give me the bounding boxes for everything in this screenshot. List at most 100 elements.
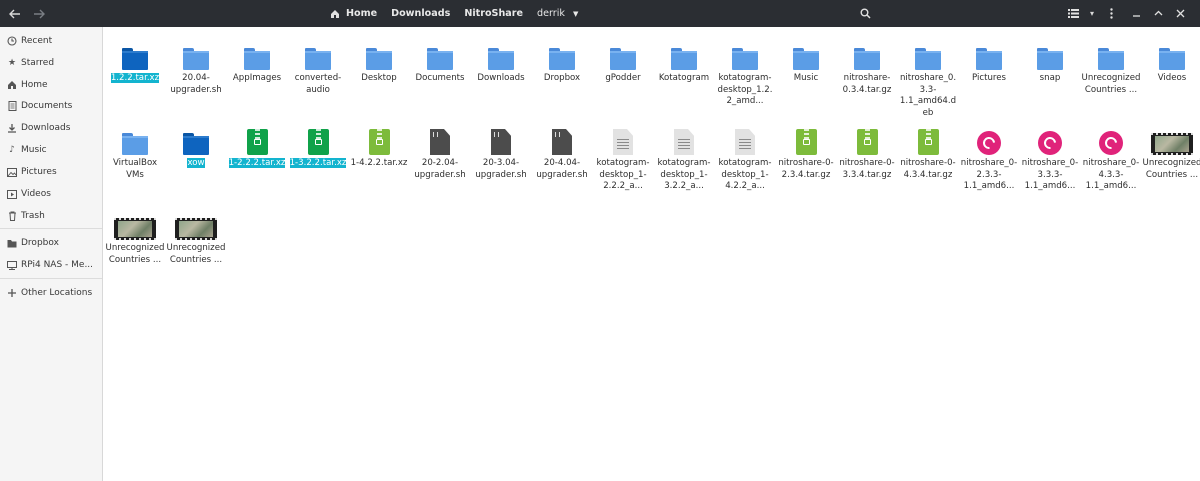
forward-button[interactable] [28, 3, 50, 24]
script-icon [552, 129, 572, 155]
file-item[interactable]: 20-2.04-upgrader.sh [410, 119, 470, 181]
breadcrumb-downloads[interactable]: Downloads [384, 0, 457, 27]
sidebar-item-label: Recent [21, 36, 53, 46]
debian-package-icon [977, 131, 1001, 155]
file-name-label: Kotatogram [658, 73, 710, 83]
file-item[interactable]: snap [1020, 34, 1080, 85]
arrow-right-icon [34, 9, 45, 18]
file-item[interactable]: kotatogram-desktop_1-4.2.2_a... [715, 119, 775, 193]
file-item[interactable]: nitroshare_0-3.3.3-1.1_amd6... [1020, 119, 1080, 193]
file-item[interactable]: kotatogram-desktop_1-3.2.2_a... [654, 119, 714, 193]
file-item[interactable]: Desktop [349, 34, 409, 85]
file-icon-box [227, 34, 287, 70]
file-icon-box [898, 34, 958, 70]
sidebar-separator [0, 278, 102, 279]
sidebar-item-documents[interactable]: Documents [0, 96, 102, 116]
file-item[interactable]: AppImages [227, 34, 287, 85]
video-thumbnail-icon [114, 218, 156, 240]
minimize-button[interactable] [1128, 3, 1144, 24]
close-button[interactable] [1172, 3, 1188, 24]
file-item[interactable]: kotatogram-desktop_1-2.2.2_a... [593, 119, 653, 193]
file-item[interactable]: converted-audio [288, 34, 348, 96]
file-icon-box [105, 34, 165, 70]
breadcrumb-label: Home [346, 8, 378, 19]
sidebar-item-recent[interactable]: Recent [0, 31, 102, 51]
file-item[interactable]: nitroshare_0-2.3.3-1.1_amd6... [959, 119, 1019, 193]
folder-icon [244, 48, 270, 70]
file-name-label: 1-4.2.2.tar.xz [350, 158, 408, 168]
sidebar-item-trash[interactable]: Trash [0, 206, 102, 226]
sidebar-item-videos[interactable]: Videos [0, 184, 102, 204]
search-button[interactable] [856, 3, 874, 24]
sidebar-item-rpi4-nas[interactable]: RPi4 NAS - Me... [0, 255, 102, 275]
file-item[interactable]: Downloads [471, 34, 531, 85]
file-icon-box [1142, 119, 1200, 155]
file-icon-box [105, 119, 165, 155]
file-item[interactable]: Unrecognized Countries ... [1081, 34, 1141, 96]
file-item[interactable]: 20.04-upgrader.sh [166, 34, 226, 96]
file-name-label: nitroshare-0-4.3.4.tar.gz [900, 158, 956, 180]
video-thumbnail-icon [175, 218, 217, 240]
file-item[interactable]: 1.2.2.tar.xz [105, 34, 165, 85]
file-item[interactable]: 20-3.04-upgrader.sh [471, 119, 531, 181]
maximize-button[interactable] [1150, 3, 1166, 24]
sidebar-item-pictures[interactable]: Pictures [0, 162, 102, 182]
file-item[interactable]: nitroshare_0.3.3-1.1_amd64.deb [898, 34, 958, 119]
view-options-button[interactable]: ▾ [1085, 3, 1099, 24]
file-icon-box [349, 34, 409, 70]
file-icon-box [898, 119, 958, 155]
file-item[interactable]: kotatogram-desktop_1.2.2_amd... [715, 34, 775, 108]
sidebar-item-downloads[interactable]: Downloads [0, 118, 102, 138]
file-item[interactable]: Pictures [959, 34, 1019, 85]
sidebar-item-label: Documents [21, 101, 73, 111]
file-item[interactable]: Dropbox [532, 34, 592, 85]
file-name-label: 20.04-upgrader.sh [170, 73, 222, 95]
breadcrumb-nitroshare[interactable]: NitroShare [457, 0, 530, 27]
file-item[interactable]: Unrecognized Countries ... [1142, 119, 1200, 181]
file-item[interactable]: 20-4.04-upgrader.sh [532, 119, 592, 181]
file-item[interactable]: gPodder [593, 34, 653, 85]
home-icon [331, 9, 339, 18]
folder-icon [549, 48, 575, 70]
breadcrumb-home[interactable]: Home [326, 0, 384, 27]
file-item[interactable]: 1-4.2.2.tar.xz [349, 119, 409, 170]
list-view-icon [1067, 9, 1079, 18]
folder-icon [488, 48, 514, 70]
back-button[interactable] [4, 3, 26, 24]
file-item[interactable]: Unrecognized Countries ... [166, 204, 226, 266]
breadcrumb-current[interactable]: derrik ▼ [530, 0, 585, 27]
sidebar-item-home[interactable]: Home [0, 75, 102, 95]
sidebar-item-other-locations[interactable]: Other Locations [0, 283, 102, 303]
sidebar-separator [0, 228, 102, 229]
file-item[interactable]: nitroshare-0-2.3.4.tar.gz [776, 119, 836, 181]
file-item[interactable]: 1-2.2.2.tar.xz [227, 119, 287, 170]
file-item[interactable]: nitroshare-0-4.3.4.tar.gz [898, 119, 958, 181]
file-item[interactable]: xow [166, 119, 226, 170]
sidebar-item-dropbox[interactable]: Dropbox [0, 233, 102, 253]
file-item[interactable]: 1-3.2.2.tar.xz [288, 119, 348, 170]
folder-icon [1098, 48, 1124, 70]
video-thumbnail-icon [1151, 133, 1193, 155]
sidebar-item-starred[interactable]: ★ Starred [0, 53, 102, 73]
view-toggle-button[interactable] [1062, 3, 1084, 24]
file-name-label: Unrecognized Countries ... [105, 243, 165, 265]
file-item[interactable]: Music [776, 34, 836, 85]
file-icon-box [1020, 119, 1080, 155]
file-item[interactable]: nitroshare_0-4.3.3-1.1_amd6... [1081, 119, 1141, 193]
file-item[interactable]: Unrecognized Countries ... [105, 204, 165, 266]
folder-icon [610, 48, 636, 70]
file-item[interactable]: nitroshare-0-3.3.4.tar.gz [837, 119, 897, 181]
file-item[interactable]: VirtualBox VMs [105, 119, 165, 181]
file-item[interactable]: Documents [410, 34, 470, 85]
sidebar-item-music[interactable]: ♪ Music [0, 140, 102, 160]
folder-icon [122, 133, 148, 155]
file-item[interactable]: nitroshare-0.3.4.tar.gz [837, 34, 897, 96]
folder-icon [427, 48, 453, 70]
file-name-label: nitroshare-0.3.4.tar.gz [842, 73, 892, 95]
file-item[interactable]: Videos [1142, 34, 1200, 85]
file-item[interactable]: Kotatogram [654, 34, 714, 85]
file-name-label: gPodder [605, 73, 641, 83]
minimize-icon [1132, 15, 1140, 17]
file-name-label: kotatogram-desktop_1-2.2.2_a... [596, 158, 650, 191]
menu-button[interactable] [1104, 3, 1118, 24]
